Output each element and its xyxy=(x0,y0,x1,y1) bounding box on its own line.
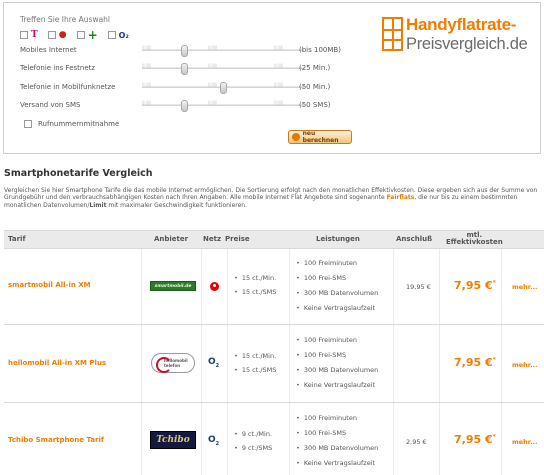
recalculate-label: neu berechnen xyxy=(302,130,339,144)
slider-value: (50 Min.) xyxy=(299,83,331,91)
recalculate-button[interactable]: neu berechnen xyxy=(288,130,352,144)
section-title: Smartphonetarife Vergleich xyxy=(4,168,153,179)
telekom-t-icon: T xyxy=(31,30,38,40)
features-list: 100 Freiminuten 100 Frei-SMS 300 MB Date… xyxy=(296,256,378,316)
operator-filter-row: T ● + O₂ xyxy=(20,29,139,41)
site-logo[interactable]: Handyflatrate- Preisvergleich.de xyxy=(382,15,538,63)
price-item: 15 ct./Min. xyxy=(234,271,276,285)
tariff-name-link[interactable]: Tchibo Smartphone Tarif xyxy=(8,436,104,444)
filter-title: Treffen Sie Ihre Auswahl xyxy=(20,15,111,24)
slider-sms: Versand von SMS |||||||| |||||||| ||||||||… xyxy=(20,99,360,112)
logo-line-1: Handyflatrate- xyxy=(406,15,517,34)
slider-label: Telefonie in Mobilfunknetze xyxy=(20,83,116,91)
eplus-checkbox[interactable] xyxy=(76,31,85,39)
vodafone-checkbox[interactable] xyxy=(47,31,56,39)
feature-item: 100 Frei-SMS xyxy=(296,348,378,363)
header-netz: Netz xyxy=(203,235,222,243)
o2-checkbox[interactable] xyxy=(107,31,116,39)
effective-cost: 7,95 €* xyxy=(454,356,496,369)
slider-track[interactable]: |||||||| |||||||| |||||||| xyxy=(142,45,304,57)
table-row: smartmobil All-in XM smartmobil.de 15 ct… xyxy=(4,248,544,324)
vodafone-network-icon xyxy=(210,282,219,291)
more-link[interactable]: mehr... xyxy=(512,361,538,369)
feature-item: 300 MB Datenvolumen xyxy=(296,441,378,456)
table-row: Tchibo Smartphone Tarif Tchibo O2 9 ct./… xyxy=(4,402,544,475)
slider-track[interactable]: |||||||| |||||||| |||||||| xyxy=(142,82,304,94)
features-list: 100 Freiminuten 100 Frei-SMS 300 MB Date… xyxy=(296,411,378,471)
tariff-name-link[interactable]: smartmobil All-in XM xyxy=(8,281,91,289)
more-link[interactable]: mehr... xyxy=(512,438,538,446)
feature-item: Keine Vertragslaufzeit xyxy=(296,378,378,393)
feature-item: 100 Freiminuten xyxy=(296,411,378,426)
feature-item: 100 Freiminuten xyxy=(296,333,378,348)
header-preise: Preise xyxy=(225,235,250,243)
header-effektivkosten[interactable]: mtl. Effektivkosten xyxy=(446,232,503,246)
price-list: 15 ct./Min. 15 ct./SMS xyxy=(234,271,277,299)
header-anschluss[interactable]: Anschluß xyxy=(396,235,432,243)
price-item: 9 ct./SMS xyxy=(234,441,272,455)
header-anbieter: Anbieter xyxy=(154,235,189,243)
intro-part-c: mit maximaler Geschwindigkeit funktionie… xyxy=(106,201,248,209)
slider-track[interactable]: |||||||| |||||||| |||||||| xyxy=(142,63,304,75)
feature-item: 300 MB Datenvolumen xyxy=(296,363,378,378)
calculator-grid-icon xyxy=(382,17,403,51)
price-item: 15 ct./SMS xyxy=(234,285,277,299)
header-tarif[interactable]: Tarif xyxy=(8,235,26,243)
slider-mobilfunk: Telefonie in Mobilfunknetze |||||||| ||||… xyxy=(20,81,360,94)
rufnummer-checkbox[interactable] xyxy=(24,120,32,128)
logo-line-2: Preisvergleich.de xyxy=(406,35,528,53)
o2-network-icon: O2 xyxy=(208,357,220,369)
telekom-checkbox[interactable] xyxy=(20,31,28,39)
header-eff-line2: Effektivkosten xyxy=(446,238,503,246)
intro-limit: Limit xyxy=(89,201,107,209)
slider-track[interactable]: |||||||| |||||||| |||||||| xyxy=(142,100,304,112)
table-header: Tarif Anbieter Netz Preise Leistungen An… xyxy=(4,230,544,248)
provider-logo[interactable]: Tchibo xyxy=(150,431,196,449)
features-list: 100 Freiminuten 100 Frei-SMS 300 MB Date… xyxy=(296,333,378,393)
feature-item: 100 Frei-SMS xyxy=(296,426,378,441)
eplus-icon: + xyxy=(87,28,98,42)
o2-icon: O₂ xyxy=(118,30,129,40)
price-item: 15 ct./SMS xyxy=(234,363,277,377)
slider-value: (50 SMS) xyxy=(299,101,331,109)
provider-logo[interactable]: hellomobil telefon xyxy=(151,353,195,373)
slider-handle[interactable] xyxy=(180,45,188,57)
refresh-icon xyxy=(292,133,300,141)
effective-cost: 7,95 €* xyxy=(454,433,496,446)
feature-item: Keine Vertragslaufzeit xyxy=(296,301,378,316)
intro-text: Vergleichen Sie hier Smartphone Tarife d… xyxy=(4,187,538,209)
price-list: 9 ct./Min. 9 ct./SMS xyxy=(234,427,272,455)
feature-item: Keine Vertragslaufzeit xyxy=(296,456,378,471)
tariff-filter-panel: Treffen Sie Ihre Auswahl T ● + O₂ Mobile… xyxy=(3,2,541,154)
o2-network-icon: O2 xyxy=(208,435,220,447)
anschluss-price: 19,95 € xyxy=(406,283,431,291)
slider-value: (25 Min.) xyxy=(299,64,331,72)
slider-label: Telefonie ins Festnetz xyxy=(20,64,96,72)
slider-mobile-internet: Mobiles Internet |||||||| |||||||| |||||||… xyxy=(20,44,360,57)
feature-item: 100 Frei-SMS xyxy=(296,271,378,286)
price-item: 15 ct./Min. xyxy=(234,349,276,363)
slider-festnetz: Telefonie ins Festnetz |||||||| |||||||| |… xyxy=(20,62,360,75)
slider-value: (bis 100MB) xyxy=(299,46,341,54)
slider-label: Versand von SMS xyxy=(20,101,81,109)
tariff-name-link[interactable]: hellomobil All-in XM Plus xyxy=(8,359,106,367)
price-list: 15 ct./Min. 15 ct./SMS xyxy=(234,349,277,377)
table-row: hellomobil All-in XM Plus hellomobil tel… xyxy=(4,324,544,402)
fairflats-link[interactable]: Fairflats xyxy=(387,194,415,201)
more-link[interactable]: mehr... xyxy=(512,283,538,291)
slider-label: Mobiles Internet xyxy=(20,46,77,54)
price-item: 9 ct./Min. xyxy=(234,427,272,441)
slider-handle[interactable] xyxy=(180,63,188,75)
provider-logo[interactable]: smartmobil.de xyxy=(150,281,196,291)
rufnummer-option: Rufnummernmitnahme xyxy=(24,120,119,128)
effective-cost: 7,95 €* xyxy=(454,279,496,292)
vodafone-icon: ● xyxy=(58,30,67,40)
feature-item: 300 MB Datenvolumen xyxy=(296,286,378,301)
slider-handle[interactable] xyxy=(180,100,188,112)
feature-item: 100 Freiminuten xyxy=(296,256,378,271)
anschluss-price: 2,95 € xyxy=(406,438,427,446)
slider-handle[interactable] xyxy=(219,82,227,94)
rufnummer-label: Rufnummernmitnahme xyxy=(38,120,120,128)
header-leistungen: Leistungen xyxy=(316,235,360,243)
